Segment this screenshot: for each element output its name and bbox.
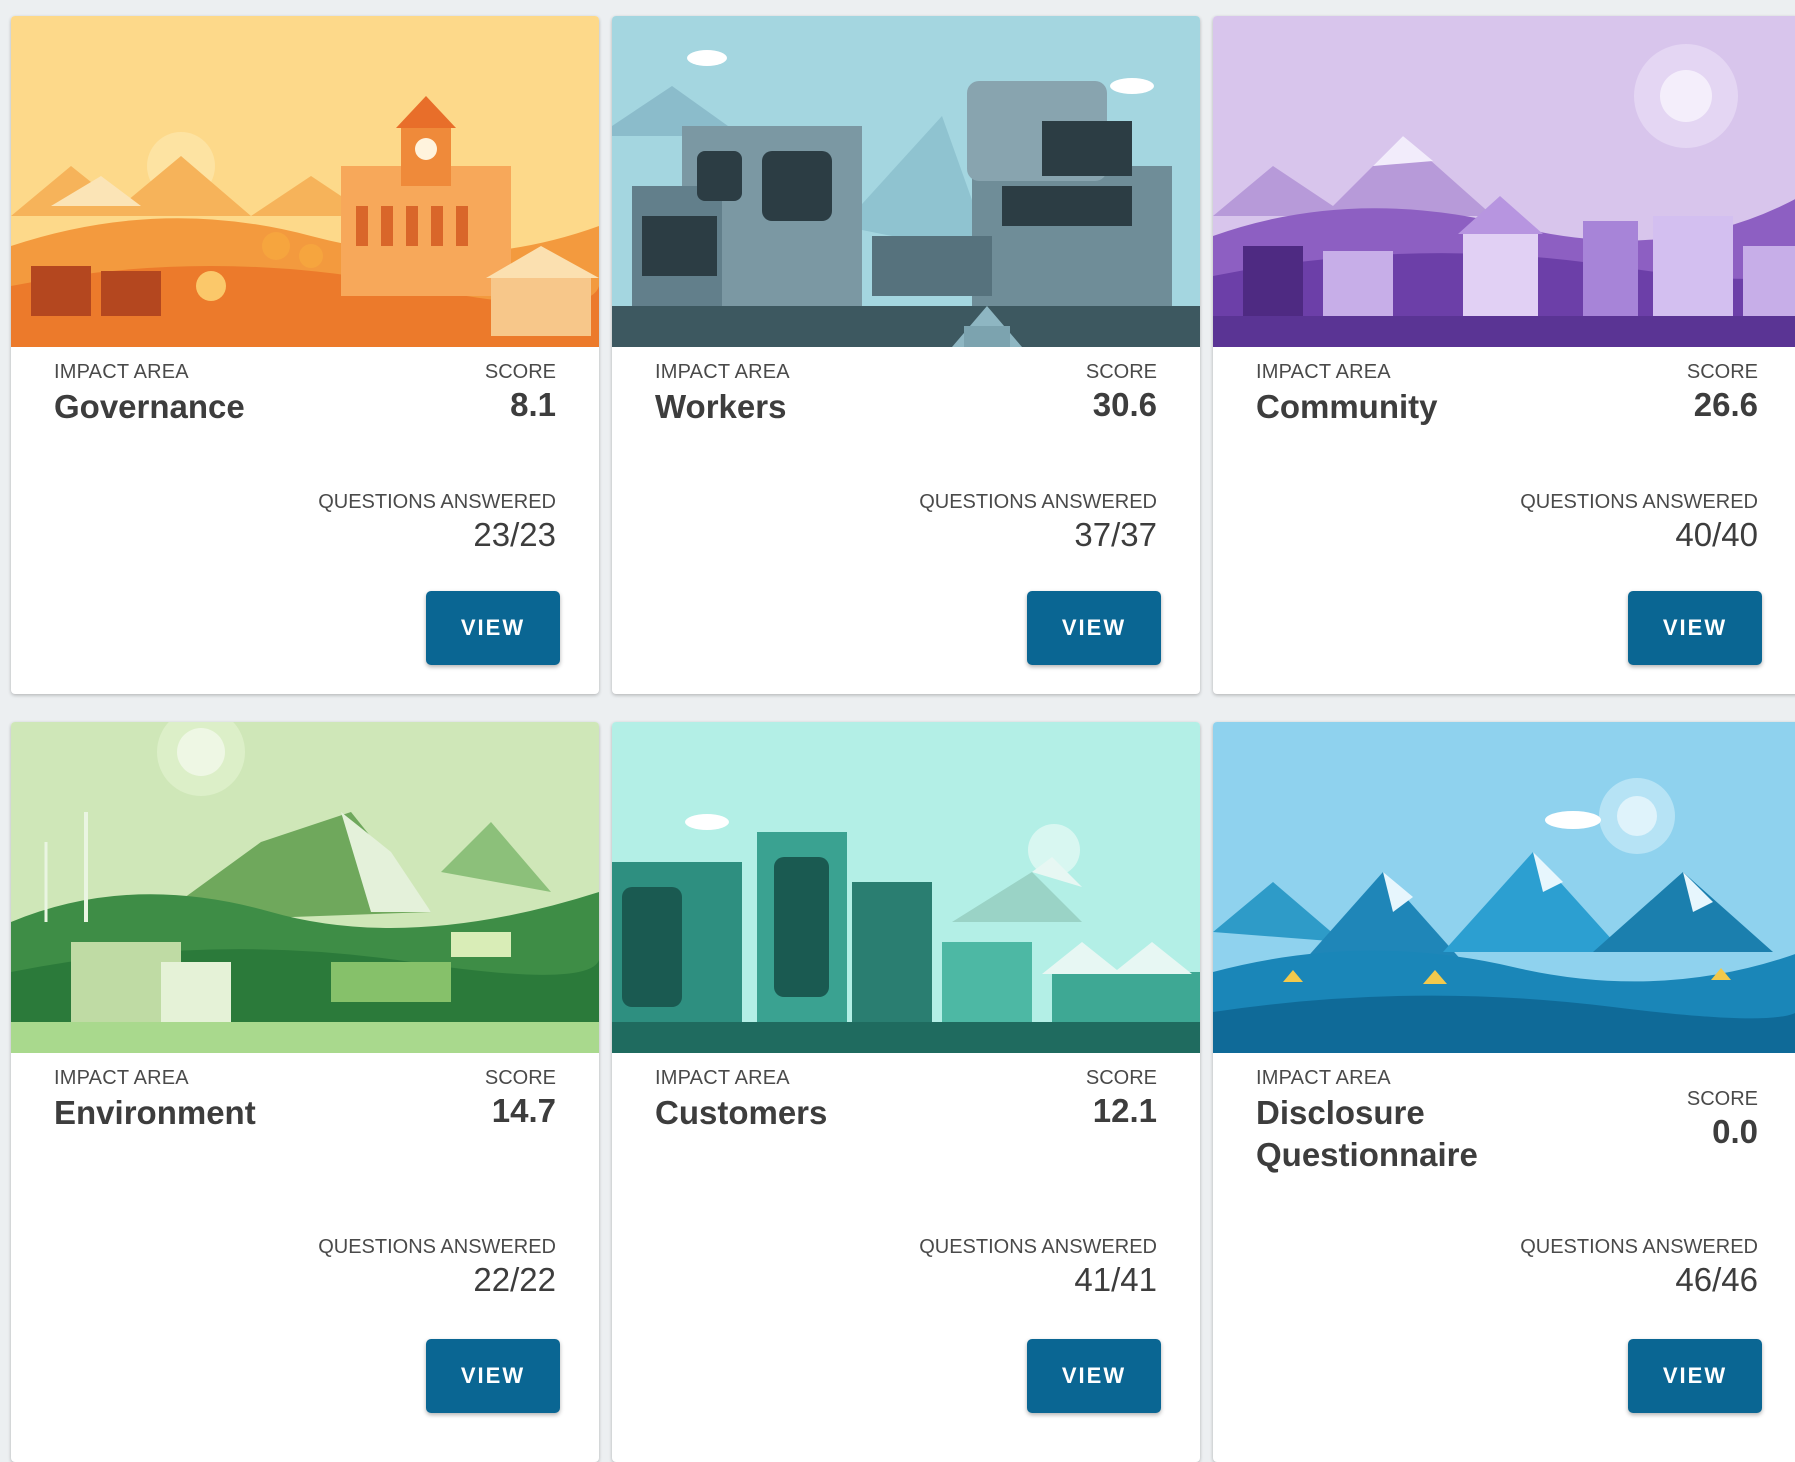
impact-card-disclosure-questionnaire: IMPACT AREA Disclosure Questionnaire SCO… xyxy=(1213,722,1795,1462)
questions-answered-value: 22/22 xyxy=(473,1261,556,1298)
impact-card-workers: IMPACT AREA Workers SCORE 30.6 QUESTIONS… xyxy=(612,16,1200,694)
score-value: 8.1 xyxy=(510,386,556,423)
questions-answered-label: QUESTIONS ANSWERED xyxy=(318,491,556,513)
score-label: SCORE xyxy=(1085,1067,1157,1089)
questions-answered-label: QUESTIONS ANSWERED xyxy=(1520,491,1758,513)
score-value: 26.6 xyxy=(1693,386,1758,423)
impact-area-name: Community xyxy=(1256,388,1438,425)
score-value: 12.1 xyxy=(1092,1092,1157,1129)
environment-illustration xyxy=(11,722,599,1053)
view-button-workers[interactable]: VIEW xyxy=(1027,591,1161,665)
impact-area-name: Environment xyxy=(54,1094,256,1131)
impact-card-environment: IMPACT AREA Environment SCORE 14.7 QUEST… xyxy=(11,722,599,1462)
score-value: 14.7 xyxy=(491,1092,556,1129)
impact-card-community: IMPACT AREA Community SCORE 26.6 QUESTIO… xyxy=(1213,16,1795,694)
impact-area-name: Workers xyxy=(655,388,787,425)
questions-answered-label: QUESTIONS ANSWERED xyxy=(1520,1236,1758,1258)
questions-answered-label: QUESTIONS ANSWERED xyxy=(919,491,1157,513)
impact-area-label: IMPACT AREA xyxy=(1256,361,1391,383)
score-value: 0.0 xyxy=(1712,1113,1758,1150)
disclosure-illustration xyxy=(1213,722,1795,1053)
view-button-community[interactable]: VIEW xyxy=(1628,591,1762,665)
view-button-disclosure-questionnaire[interactable]: VIEW xyxy=(1628,1339,1762,1413)
score-label: SCORE xyxy=(1085,361,1157,383)
questions-answered-value: 40/40 xyxy=(1675,516,1758,553)
score-label: SCORE xyxy=(1686,1088,1758,1110)
impact-area-label: IMPACT AREA xyxy=(54,1067,189,1089)
view-button-environment[interactable]: VIEW xyxy=(426,1339,560,1413)
impact-card-governance: IMPACT AREA Governance SCORE 8.1 QUESTIO… xyxy=(11,16,599,694)
score-value: 30.6 xyxy=(1092,386,1157,423)
community-illustration xyxy=(1213,16,1795,347)
questions-answered-value: 41/41 xyxy=(1074,1261,1157,1298)
impact-card-customers: IMPACT AREA Customers SCORE 12.1 QUESTIO… xyxy=(612,722,1200,1462)
questions-answered-value: 37/37 xyxy=(1074,516,1157,553)
impact-area-name: Governance xyxy=(54,388,245,425)
impact-area-name: Disclosure Questionnaire xyxy=(1256,1094,1478,1173)
questions-answered-label: QUESTIONS ANSWERED xyxy=(919,1236,1157,1258)
questions-answered-label: QUESTIONS ANSWERED xyxy=(318,1236,556,1258)
impact-area-label: IMPACT AREA xyxy=(54,361,189,383)
questions-answered-value: 46/46 xyxy=(1675,1261,1758,1298)
impact-area-label: IMPACT AREA xyxy=(655,1067,790,1089)
impact-area-name: Customers xyxy=(655,1094,828,1131)
view-button-customers[interactable]: VIEW xyxy=(1027,1339,1161,1413)
customers-illustration xyxy=(612,722,1200,1053)
impact-area-label: IMPACT AREA xyxy=(1256,1067,1391,1089)
impact-area-label: IMPACT AREA xyxy=(655,361,790,383)
score-label: SCORE xyxy=(484,1067,556,1089)
score-label: SCORE xyxy=(484,361,556,383)
workers-illustration xyxy=(612,16,1200,347)
governance-illustration xyxy=(11,16,599,347)
score-label: SCORE xyxy=(1686,361,1758,383)
view-button-governance[interactable]: VIEW xyxy=(426,591,560,665)
questions-answered-value: 23/23 xyxy=(473,516,556,553)
